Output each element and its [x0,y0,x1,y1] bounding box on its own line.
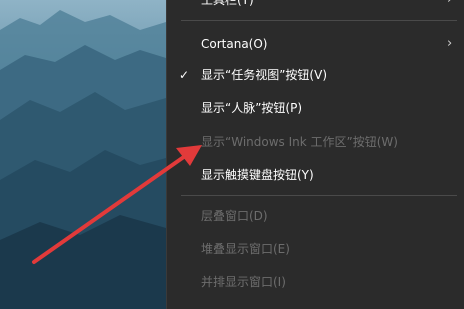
menu-item-show-task-view-button[interactable]: ✓ 显示“任务视图”按钮(V) [167,63,464,87]
menu-item-side-by-side-windows[interactable]: 并排显示窗口(I) [167,270,464,294]
menu-item-label: 并排显示窗口(I) [201,275,286,289]
menu-item-label: 工具栏(T) [201,0,254,7]
menu-item-show-people-button[interactable]: 显示“人脉”按钮(P) [167,96,464,120]
desktop-wallpaper [0,0,166,309]
chevron-right-icon: › [447,0,452,12]
menu-item-label: 显示“任务视图”按钮(V) [201,68,328,82]
menu-item-cascade-windows[interactable]: 层叠窗口(D) [167,204,464,228]
menu-item-label: 堆叠显示窗口(E) [201,242,290,256]
menu-item-label: 显示“人脉”按钮(P) [201,101,303,115]
menu-item-label: 显示“Windows Ink 工作区”按钮(W) [201,135,398,149]
menu-item-cortana[interactable]: Cortana(O) › [167,32,464,56]
chevron-right-icon: › [447,36,453,51]
menu-item-label: 层叠窗口(D) [201,209,268,223]
menu-item-stack-windows[interactable]: 堆叠显示窗口(E) [167,237,464,261]
checkmark-icon: ✓ [179,68,190,82]
menu-item-label: 显示触摸键盘按钮(Y) [201,168,314,182]
menu-separator [181,20,457,21]
menu-item-show-touch-keyboard-button[interactable]: 显示触摸键盘按钮(Y) [167,163,464,187]
menu-separator [181,195,457,196]
taskbar-context-menu: 工具栏(T) › Cortana(O) › ✓ 显示“任务视图”按钮(V) 显示… [166,0,464,309]
menu-item-label: Cortana(O) [201,37,268,51]
menu-item-show-windows-ink-button[interactable]: 显示“Windows Ink 工作区”按钮(W) [167,130,464,154]
menu-item-toolbars[interactable]: 工具栏(T) › [167,0,464,12]
